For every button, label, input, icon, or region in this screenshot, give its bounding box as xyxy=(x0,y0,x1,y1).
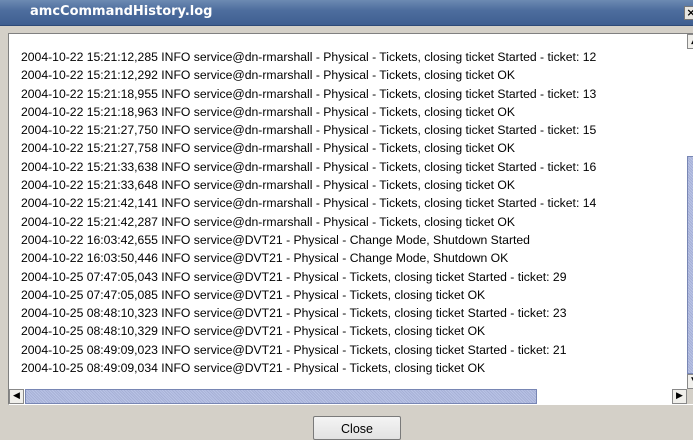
log-line: 2004-10-22 15:21:27,750 INFO service@dn-… xyxy=(21,123,597,138)
footer: Close xyxy=(0,406,693,440)
vertical-scrollbar[interactable]: ▲ ▼ xyxy=(687,34,693,389)
scroll-up-icon[interactable]: ▲ xyxy=(687,34,693,49)
log-line: 2004-10-25 07:47:05,085 INFO service@DVT… xyxy=(21,287,486,302)
log-window: amcCommandHistory.log × 2004-10-22 15:21… xyxy=(0,0,693,440)
window-title: amcCommandHistory.log xyxy=(30,4,213,19)
log-text-area[interactable]: 2004-10-22 15:21:12,285 INFO service@dn-… xyxy=(8,33,693,405)
log-line: 2004-10-22 15:21:33,638 INFO service@dn-… xyxy=(21,159,597,174)
scroll-right-icon[interactable]: ▶ xyxy=(672,389,687,404)
log-line: 2004-10-22 15:21:18,963 INFO service@dn-… xyxy=(21,104,515,119)
scroll-left-icon[interactable]: ◀ xyxy=(9,389,24,404)
vertical-scroll-thumb[interactable] xyxy=(687,156,693,374)
horizontal-scroll-thumb[interactable] xyxy=(25,389,537,404)
log-line: 2004-10-25 08:49:09,034 INFO service@DVT… xyxy=(21,361,486,376)
log-line: 2004-10-25 07:47:05,043 INFO service@DVT… xyxy=(21,269,567,284)
horizontal-scrollbar[interactable]: ◀ ▶ xyxy=(9,389,687,404)
log-line: 2004-10-25 08:49:09,023 INFO service@DVT… xyxy=(21,342,567,357)
scrollbar-corner xyxy=(687,389,693,404)
log-line: 2004-10-25 08:48:10,323 INFO service@DVT… xyxy=(21,306,567,321)
log-line: 2004-10-22 15:21:42,287 INFO service@dn-… xyxy=(21,214,515,229)
log-line: 2004-10-22 15:21:18,955 INFO service@dn-… xyxy=(21,86,597,101)
log-line: 2004-10-22 16:03:50,446 INFO service@DVT… xyxy=(21,251,509,266)
log-line: 2004-10-22 15:21:12,292 INFO service@dn-… xyxy=(21,68,515,83)
log-lines: 2004-10-22 15:21:12,285 INFO service@dn-… xyxy=(21,48,596,377)
log-line: 2004-10-22 15:21:33,648 INFO service@dn-… xyxy=(21,178,515,193)
log-line: 2004-10-25 08:48:10,329 INFO service@DVT… xyxy=(21,324,486,339)
log-line: 2004-10-22 15:21:12,285 INFO service@dn-… xyxy=(21,50,597,64)
log-line: 2004-10-22 15:21:42,141 INFO service@dn-… xyxy=(21,196,597,211)
scroll-down-icon[interactable]: ▼ xyxy=(687,374,693,389)
log-line: 2004-10-22 16:03:42,655 INFO service@DVT… xyxy=(21,232,530,247)
title-bar[interactable]: amcCommandHistory.log × xyxy=(0,0,693,26)
log-line: 2004-10-22 15:21:27,758 INFO service@dn-… xyxy=(21,141,515,156)
close-icon[interactable]: × xyxy=(684,6,693,20)
close-button[interactable]: Close xyxy=(313,416,401,440)
